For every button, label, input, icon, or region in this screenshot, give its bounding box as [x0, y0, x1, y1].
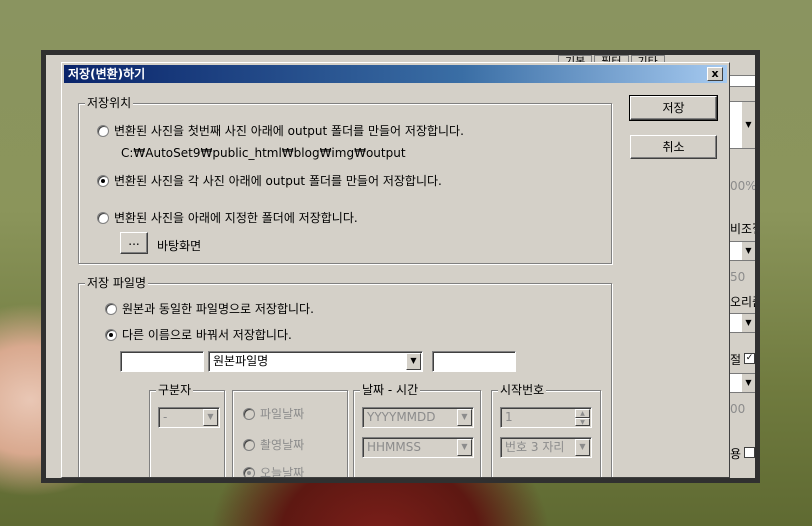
prefix-input[interactable]: [120, 351, 204, 372]
dialog-title: 저장(변환)하기: [68, 67, 146, 81]
selected-folder-name: 바탕화면: [157, 239, 202, 253]
background-label-use: 용: [730, 447, 742, 461]
background-label-50: 50: [730, 270, 746, 284]
file-name-group: 저장 파일명 원본과 동일한 파일명으로 저장합니다. 다른 이름으로 바꿔서 …: [78, 276, 612, 478]
radio-same-name[interactable]: 원본과 동일한 파일명으로 저장합니다.: [105, 300, 314, 317]
chevron-down-icon: ▼: [741, 374, 755, 392]
date-source-group: 파일날짜 촬영날짜 오늘날짜: [232, 390, 348, 478]
background-combo-4[interactable]: ▼: [729, 313, 755, 333]
radio-different-name[interactable]: 다른 이름으로 바꿔서 저장합니다.: [105, 326, 292, 343]
file-name-title: 저장 파일명: [85, 276, 149, 290]
date-time-title: 날짜 - 시간: [360, 383, 421, 397]
separator-value: -: [163, 410, 168, 424]
cancel-button[interactable]: 취소: [630, 135, 717, 159]
spin-up-icon[interactable]: ▲: [575, 409, 590, 418]
background-checkbox-2[interactable]: [744, 447, 755, 458]
save-location-group: 저장위치 변환된 사진을 첫번째 사진 아래에 output 폴더를 만들어 저…: [78, 96, 612, 264]
radio-today-date[interactable]: 오늘날짜: [243, 464, 305, 478]
radio-different-name-dot[interactable]: [105, 328, 117, 341]
background-label-algorithm: 오리즘: [730, 295, 755, 309]
radio-first-photo-folder[interactable]: 변환된 사진을 첫번째 사진 아래에 output 폴더를 만들어 저장합니다.: [97, 122, 464, 139]
background-combo-5[interactable]: ▼: [729, 373, 755, 393]
background-combo-1[interactable]: [729, 75, 755, 87]
chevron-down-icon[interactable]: ▼: [203, 409, 218, 426]
radio-specified-folder-label: 변환된 사진을 아래에 지정한 폴더에 저장합니다.: [114, 211, 358, 225]
dialog-titlebar[interactable]: 저장(변환)하기 x: [64, 65, 727, 83]
radio-each-photo-dot[interactable]: [97, 174, 109, 187]
chevron-down-icon: ▼: [741, 314, 755, 332]
save-location-title: 저장위치: [85, 96, 134, 110]
separator-group: 구분자 - ▼: [149, 383, 225, 477]
first-photo-path: C:₩AutoSet9₩public_html₩blog₩img₩output: [121, 146, 406, 160]
background-checkbox-1[interactable]: ✓: [744, 353, 755, 364]
file-name-combo[interactable]: 원본파일명 ▼: [208, 351, 423, 372]
time-format-value: HHMMSS: [367, 440, 421, 454]
radio-same-name-dot[interactable]: [105, 302, 117, 315]
radio-today-date-label: 오늘날짜: [260, 466, 305, 478]
background-combo-3[interactable]: ▼: [729, 241, 755, 261]
radio-first-photo-label: 변환된 사진을 첫번째 사진 아래에 output 폴더를 만들어 저장합니다.: [114, 124, 464, 138]
radio-same-name-label: 원본과 동일한 파일명으로 저장합니다.: [122, 302, 314, 316]
radio-today-date-dot[interactable]: [243, 466, 255, 477]
radio-shoot-date[interactable]: 촬영날짜: [243, 436, 304, 453]
separator-title: 구분자: [156, 383, 194, 397]
start-number-spinner[interactable]: 1 ▲ ▼: [500, 407, 592, 428]
background-label-00: 00: [730, 402, 746, 416]
background-side-panel: ▼ 00% 비조절 ▼ 50 오리즘 ▼ 절 ✓ ▼ 00 용: [726, 75, 755, 478]
spinner-buttons[interactable]: ▲ ▼: [575, 409, 590, 426]
file-name-combo-value: 원본파일명: [213, 354, 269, 368]
chevron-down-icon[interactable]: ▼: [406, 353, 421, 370]
date-format-combo[interactable]: YYYYMMDD ▼: [362, 407, 474, 428]
radio-different-name-label: 다른 이름으로 바꿔서 저장합니다.: [122, 328, 292, 342]
spin-down-icon[interactable]: ▼: [575, 417, 590, 426]
digits-combo[interactable]: 번호 3 자리 ▼: [500, 437, 592, 458]
radio-each-photo-label: 변환된 사진을 각 사진 아래에 output 폴더를 만들어 저장합니다.: [114, 174, 442, 188]
time-format-combo[interactable]: HHMMSS ▼: [362, 437, 474, 458]
save-convert-dialog: 저장(변환)하기 x 저장 취소 저장위치 변환된 사진을 첫번째 사진 아래에…: [61, 62, 730, 478]
background-label-adjust: 비조절: [730, 222, 755, 236]
date-time-group: 날짜 - 시간 YYYYMMDD ▼ HHMMSS ▼: [353, 383, 481, 477]
chevron-down-icon: ▼: [741, 102, 755, 148]
radio-file-date-label: 파일날짜: [260, 407, 305, 421]
radio-specified-folder[interactable]: 변환된 사진을 아래에 지정한 폴더에 저장합니다.: [97, 209, 358, 226]
radio-shoot-date-dot[interactable]: [243, 438, 255, 451]
close-button[interactable]: x: [707, 67, 723, 81]
chevron-down-icon[interactable]: ▼: [575, 439, 590, 456]
radio-file-date[interactable]: 파일날짜: [243, 405, 304, 422]
date-format-value: YYYYMMDD: [367, 410, 436, 424]
radio-specified-folder-dot[interactable]: [97, 211, 109, 224]
suffix-input[interactable]: [432, 351, 516, 372]
start-number-group: 시작번호 1 ▲ ▼ 번호 3 자리 ▼: [491, 383, 601, 477]
browse-folder-button[interactable]: ...: [120, 232, 148, 254]
digits-value: 번호 3 자리: [505, 440, 565, 454]
save-button[interactable]: 저장: [629, 95, 718, 121]
radio-file-date-dot[interactable]: [243, 407, 255, 420]
separator-combo[interactable]: - ▼: [158, 407, 220, 428]
background-label-section: 절: [730, 353, 742, 367]
radio-shoot-date-label: 촬영날짜: [260, 438, 305, 452]
background-label-percent: 00%: [730, 179, 755, 193]
radio-each-photo-folder[interactable]: 변환된 사진을 각 사진 아래에 output 폴더를 만들어 저장합니다.: [97, 172, 442, 189]
start-number-title: 시작번호: [498, 383, 547, 397]
chevron-down-icon[interactable]: ▼: [457, 439, 472, 456]
background-combo-2[interactable]: ▼: [729, 101, 755, 149]
chevron-down-icon[interactable]: ▼: [457, 409, 472, 426]
start-number-value: 1: [505, 410, 513, 424]
radio-first-photo-dot[interactable]: [97, 124, 109, 137]
chevron-down-icon: ▼: [741, 242, 755, 260]
